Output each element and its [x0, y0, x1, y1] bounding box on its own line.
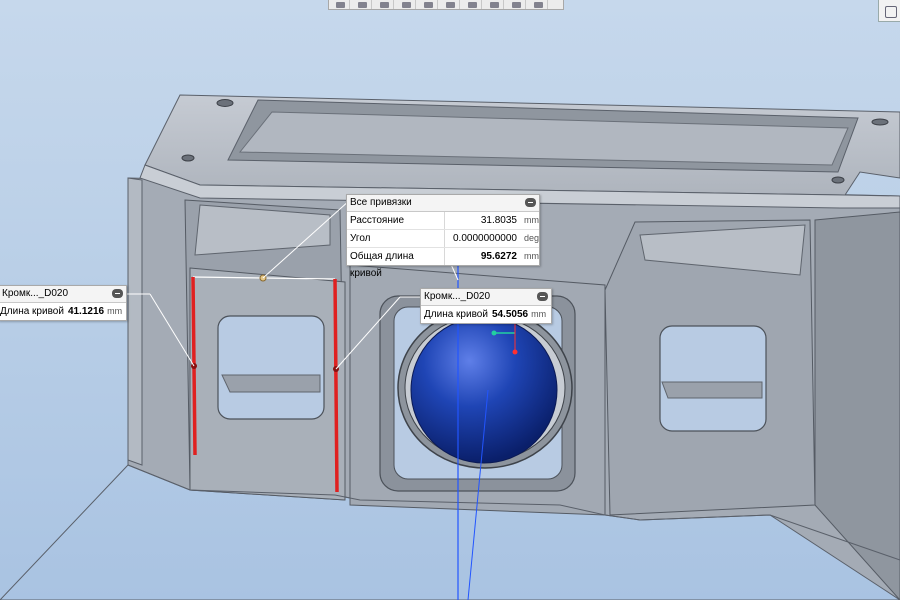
filter-icon[interactable] [529, 0, 548, 9]
right-window [659, 325, 767, 432]
edge-title: Кромк..._D020 [2, 288, 69, 299]
measure-row: Угол 0.0000000000 deg [347, 230, 539, 248]
measure-unit: mm [524, 215, 539, 225]
edge-length-panel-left: Кромк..._D020 Длина кривой 41.1216 mm [0, 285, 127, 321]
measure-label: Длина кривой [0, 306, 64, 317]
3d-viewport[interactable]: Все привязки Расстояние 31.8035 mm Угол … [0, 0, 900, 600]
zoom-window-icon[interactable] [331, 0, 350, 9]
left-window [217, 315, 325, 420]
view-orient-icon[interactable] [441, 0, 460, 9]
measure-label: Длина кривой [424, 309, 488, 320]
measure-row: Длина кривой 41.1216 mm [0, 303, 126, 320]
snap-icon[interactable] [485, 0, 504, 9]
measure-value: 41.1216 [67, 306, 105, 317]
measure-label: Общая длина кривой [347, 248, 445, 279]
measure-title: Все привязки [350, 197, 412, 208]
collapse-icon[interactable] [112, 289, 123, 298]
measure-row: Общая длина кривой 95.6272 mm [347, 248, 539, 279]
visibility-icon[interactable] [507, 0, 526, 9]
measure-unit: mm [107, 306, 123, 316]
measure-label: Расстояние [347, 212, 445, 229]
measure-row: Расстояние 31.8035 mm [347, 212, 539, 230]
measure-value: 54.5056 [491, 309, 529, 320]
measure-all-snaps-panel: Все привязки Расстояние 31.8035 mm Угол … [346, 194, 540, 279]
collapse-icon[interactable] [525, 198, 536, 207]
measure-unit: mm [531, 309, 547, 319]
edge-title: Кромк..._D020 [424, 291, 491, 302]
measure-unit: mm [524, 251, 539, 261]
collapse-icon[interactable] [537, 292, 548, 301]
mount-hole [216, 99, 234, 107]
mount-hole [831, 176, 845, 184]
rotate-icon[interactable] [419, 0, 438, 9]
zoom-out-icon[interactable] [375, 0, 394, 9]
view-toolbar [328, 0, 564, 10]
measure-value: 0.0000000000 [453, 233, 517, 244]
measure-label: Угол [347, 230, 445, 247]
measure-unit: deg [523, 233, 539, 243]
display-style-icon[interactable] [463, 0, 482, 9]
measure-row: Длина кривой 54.5056 mm [421, 306, 551, 323]
mount-hole [181, 154, 195, 162]
zoom-in-icon[interactable] [353, 0, 372, 9]
edge-length-panel-center: Кромк..._D020 Длина кривой 54.5056 mm [420, 288, 552, 324]
view-cube-icon[interactable] [878, 0, 900, 22]
highlighted-edge-right[interactable] [333, 278, 339, 493]
pan-icon[interactable] [397, 0, 416, 9]
measure-value: 31.8035 [480, 215, 517, 226]
sphere [410, 316, 558, 464]
measure-value: 95.6272 [480, 251, 517, 262]
mount-hole [871, 118, 889, 126]
